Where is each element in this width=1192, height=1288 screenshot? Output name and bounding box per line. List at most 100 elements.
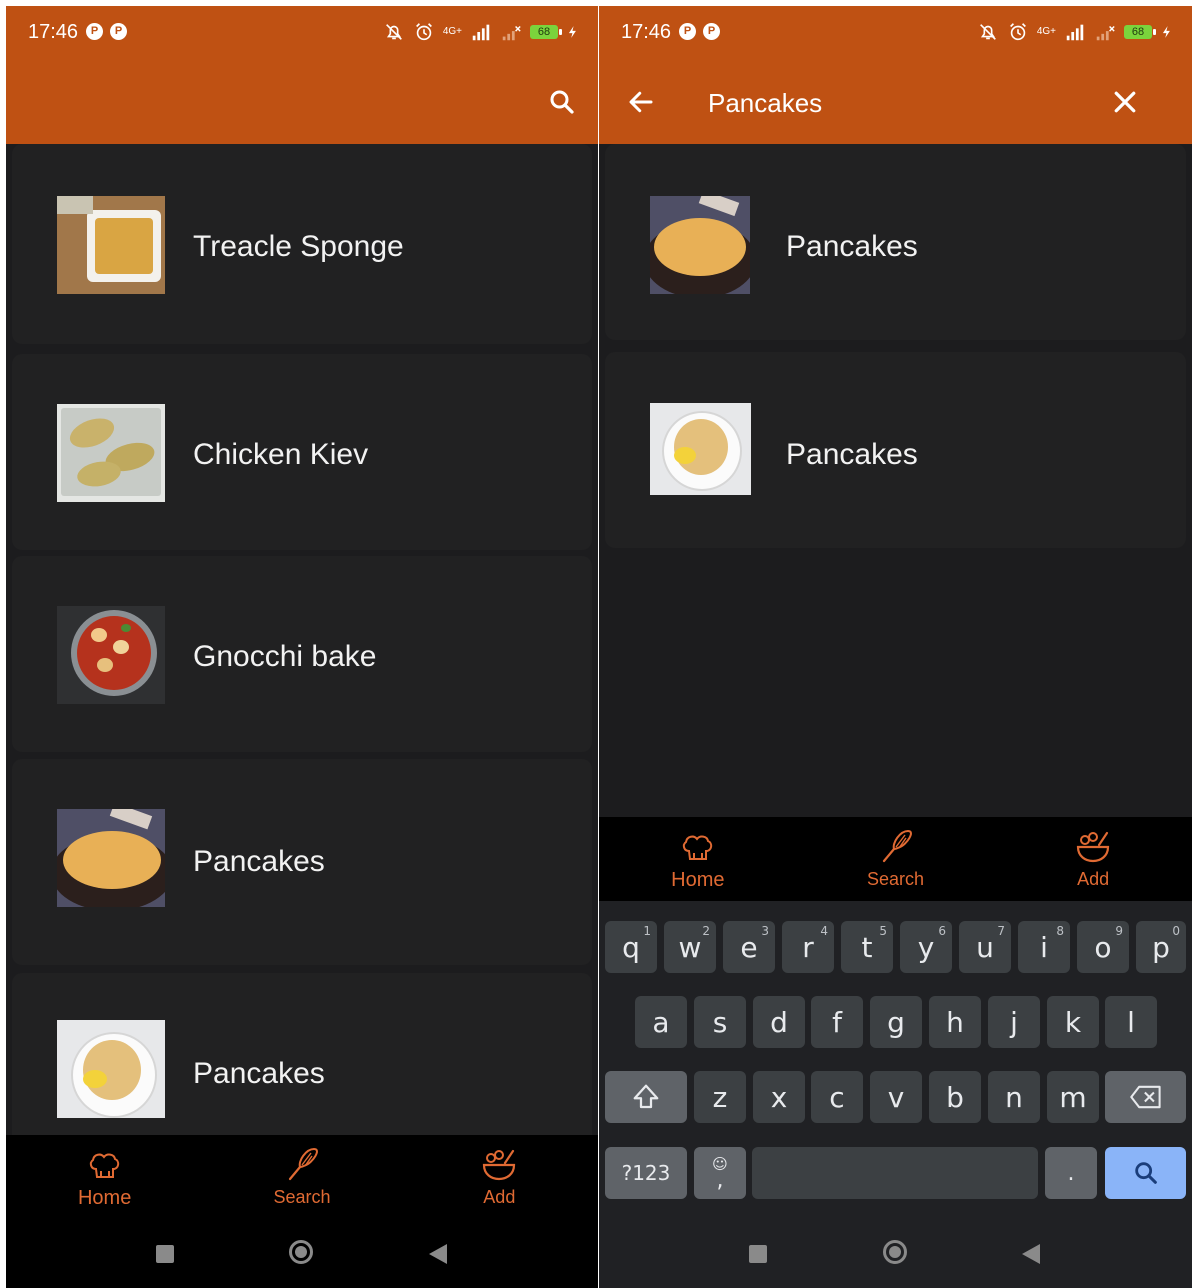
- key-h[interactable]: h: [929, 996, 981, 1048]
- notification-icon: P: [703, 23, 720, 40]
- mute-bell-icon: [979, 24, 996, 40]
- key-v[interactable]: v: [870, 1071, 922, 1123]
- nav-search-label: Search: [273, 1187, 331, 1207]
- chicken-kiev-thumbnail: [57, 404, 165, 502]
- notification-icon: P: [679, 23, 696, 40]
- key-t[interactable]: t5: [841, 921, 893, 973]
- key-m[interactable]: m: [1047, 1071, 1099, 1123]
- list-item[interactable]: Pancakes: [605, 144, 1186, 340]
- back-button[interactable]: [1022, 1244, 1040, 1264]
- nav-search[interactable]: Search: [203, 1135, 400, 1223]
- key-q[interactable]: q1: [605, 921, 657, 973]
- space-key[interactable]: [752, 1147, 1038, 1199]
- key-j[interactable]: j: [988, 996, 1040, 1048]
- whisk-icon: [288, 1147, 318, 1181]
- keyboard-search-key[interactable]: [1105, 1147, 1186, 1199]
- search-button[interactable]: [542, 82, 582, 122]
- list-item[interactable]: Gnocchi bake: [12, 556, 592, 752]
- recents-button[interactable]: [749, 1245, 767, 1263]
- nav-home-label: Home: [671, 869, 725, 891]
- back-button[interactable]: [429, 1244, 447, 1264]
- notification-icon: P: [110, 23, 127, 40]
- nav-home-label: Home: [77, 1187, 132, 1209]
- key-o[interactable]: o9: [1077, 921, 1129, 973]
- key-z[interactable]: z: [694, 1071, 746, 1123]
- search-icon: [550, 90, 574, 114]
- recents-button[interactable]: [156, 1245, 174, 1263]
- alarm-icon: [1009, 23, 1026, 41]
- signal-icon: [472, 24, 490, 41]
- pancakes-thumbnail: [650, 403, 751, 495]
- chef-hat-icon: [682, 835, 712, 860]
- key-b[interactable]: b: [929, 1071, 981, 1123]
- list-item[interactable]: Chicken Kiev: [12, 354, 592, 550]
- key-y[interactable]: y6: [900, 921, 952, 973]
- gnocchi-bake-thumbnail: [57, 606, 165, 704]
- recipe-name: Pancakes: [786, 438, 918, 471]
- notification-icon: P: [86, 23, 103, 40]
- arrow-back-icon: [629, 91, 653, 113]
- search-app-bar: Pancakes: [599, 62, 1192, 144]
- key-i[interactable]: i8: [1018, 921, 1070, 973]
- network-type: 4G+: [442, 26, 462, 37]
- list-item[interactable]: Treacle Sponge: [12, 144, 592, 344]
- key-n[interactable]: n: [988, 1071, 1040, 1123]
- app-bar: [6, 62, 598, 144]
- key-l[interactable]: l: [1105, 996, 1157, 1048]
- salad-bowl-icon: [483, 1149, 516, 1181]
- key-w[interactable]: w2: [664, 921, 716, 973]
- key-a[interactable]: a: [635, 996, 687, 1048]
- bottom-navigation: Home Search Add: [6, 1135, 598, 1223]
- search-screen: 17:46 P P 4G+ 68 Pancakes Pancakes Panca…: [599, 6, 1192, 1288]
- nav-search-label: Search: [866, 869, 925, 889]
- signal-nosim-icon: [502, 25, 521, 41]
- signal-icon: [1066, 24, 1084, 41]
- backspace-key[interactable]: [1105, 1071, 1186, 1123]
- pancakes-thumbnail: [650, 196, 750, 294]
- key-s[interactable]: s: [694, 996, 746, 1048]
- status-time: 17:46: [621, 21, 672, 43]
- whisk-icon: [882, 829, 912, 863]
- on-screen-keyboard: q1 w2 e3 r4 t5 y6 u7 i8 o9 p0 a s d f g …: [599, 901, 1192, 1223]
- battery-indicator: 68: [1124, 25, 1156, 39]
- system-navigation: [6, 1223, 598, 1288]
- key-c[interactable]: c: [811, 1071, 863, 1123]
- key-x[interactable]: x: [753, 1071, 805, 1123]
- key-g[interactable]: g: [870, 996, 922, 1048]
- recipe-list-screen: 17:46 P P 4G+ 68 Treacle Sponge Chicken …: [6, 6, 598, 1288]
- chef-hat-icon: [89, 1153, 119, 1178]
- key-e[interactable]: e3: [723, 921, 775, 973]
- list-item[interactable]: Pancakes: [12, 759, 592, 965]
- home-button[interactable]: [883, 1240, 907, 1264]
- status-time: 17:46: [28, 21, 79, 43]
- recipe-name: Pancakes: [193, 1057, 325, 1090]
- recipe-name: Pancakes: [786, 230, 918, 263]
- clear-search-button[interactable]: [1105, 82, 1145, 122]
- recipe-name: Chicken Kiev: [193, 438, 369, 471]
- back-arrow-button[interactable]: [621, 82, 661, 122]
- treacle-sponge-thumbnail: [57, 196, 165, 294]
- nav-add-label: Add: [483, 1187, 516, 1207]
- list-item[interactable]: Pancakes: [605, 352, 1186, 548]
- shift-key[interactable]: [605, 1071, 687, 1123]
- key-d[interactable]: d: [753, 996, 805, 1048]
- key-p[interactable]: p0: [1136, 921, 1186, 973]
- symbols-key[interactable]: ?123: [605, 1147, 687, 1199]
- system-navigation: [599, 1223, 1192, 1288]
- key-k[interactable]: k: [1047, 996, 1099, 1048]
- pancakes-thumbnail: [57, 809, 165, 907]
- bottom-navigation: Home Search Add: [599, 817, 1192, 901]
- recipe-name: Gnocchi bake: [193, 640, 377, 673]
- nav-home[interactable]: Home: [6, 1135, 203, 1223]
- nav-search[interactable]: Search: [797, 817, 995, 901]
- nav-home[interactable]: Home: [599, 817, 797, 901]
- key-u[interactable]: u7: [959, 921, 1011, 973]
- nav-add[interactable]: Add: [401, 1135, 598, 1223]
- key-f[interactable]: f: [811, 996, 863, 1048]
- nav-add[interactable]: Add: [994, 817, 1192, 901]
- key-r[interactable]: r4: [782, 921, 834, 973]
- home-button[interactable]: [289, 1240, 313, 1264]
- emoji-comma-key[interactable]: ☺ ,: [694, 1147, 746, 1199]
- search-input[interactable]: Pancakes: [708, 88, 822, 119]
- period-key[interactable]: .: [1045, 1147, 1097, 1199]
